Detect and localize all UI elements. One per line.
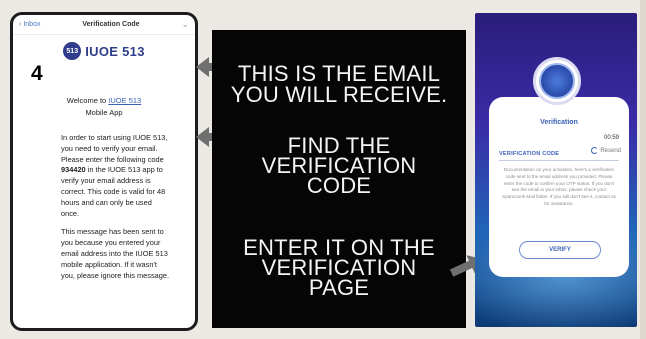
email-subject: Verification Code xyxy=(82,21,140,28)
seal-emblem xyxy=(539,63,575,99)
instruction-line-8: PAGE xyxy=(308,275,370,300)
welcome-link[interactable]: IUOE 513 xyxy=(108,96,141,105)
brand-name: IUOE 513 xyxy=(85,43,145,59)
email-body-paragraph-2: This message has been sent to you becaus… xyxy=(61,227,170,280)
card-title: Verification xyxy=(540,119,578,126)
email-phone-screenshot: ‹ Inbox Verification Code ⌄ 513 IUOE 513… xyxy=(10,12,198,331)
verification-phone-screenshot: Verification 00:59 Resend VERIFICATION C… xyxy=(475,13,637,327)
verification-code: 934420 xyxy=(61,165,86,175)
instruction-line-1: THIS IS THE EMAIL xyxy=(237,61,441,86)
chevron-left-icon: ‹ xyxy=(19,21,22,28)
countdown-timer: 00:59 xyxy=(603,135,619,141)
verification-card: Verification 00:59 Resend VERIFICATION C… xyxy=(489,97,629,277)
instruction-graphic: ‹ Inbox Verification Code ⌄ 513 IUOE 513… xyxy=(0,0,646,339)
instruction-line-2: YOU WILL RECEIVE. xyxy=(230,82,448,107)
welcome-suffix: Mobile App xyxy=(85,108,123,117)
instruction-line-5: CODE xyxy=(306,173,372,198)
instruction-panel: THIS IS THE EMAIL YOU WILL RECEIVE. FIND… xyxy=(212,30,466,328)
resend-label: Resend xyxy=(600,147,621,154)
welcome-text: Welcome to IUOE 513 Mobile App xyxy=(13,95,195,119)
brand-badge: 513 xyxy=(63,42,82,60)
chevron-down-icon[interactable]: ⌄ xyxy=(181,19,189,30)
verification-code-input[interactable] xyxy=(499,160,619,161)
back-link[interactable]: ‹ Inbox xyxy=(19,21,40,28)
back-label: Inbox xyxy=(23,21,41,28)
verify-button[interactable]: VERIFY xyxy=(519,241,601,259)
resend-link[interactable]: Resend xyxy=(591,147,621,154)
brand-logo: 513 IUOE 513 xyxy=(48,39,160,63)
email-body-paragraph-1: In order to start using IUOE 513, you ne… xyxy=(13,133,195,219)
verification-instructions: Documentation on your activation, here's… xyxy=(502,167,616,206)
welcome-prefix: Welcome to xyxy=(66,96,109,105)
step-number: 4 xyxy=(31,62,43,85)
verification-code-label: VERIFICATION CODE xyxy=(499,151,560,157)
union-seal-logo xyxy=(533,57,581,105)
paragraph-1-start: In order to start using IUOE 513, you ne… xyxy=(61,133,168,164)
refresh-icon xyxy=(591,147,599,154)
email-header: ‹ Inbox Verification Code ⌄ xyxy=(13,15,195,35)
